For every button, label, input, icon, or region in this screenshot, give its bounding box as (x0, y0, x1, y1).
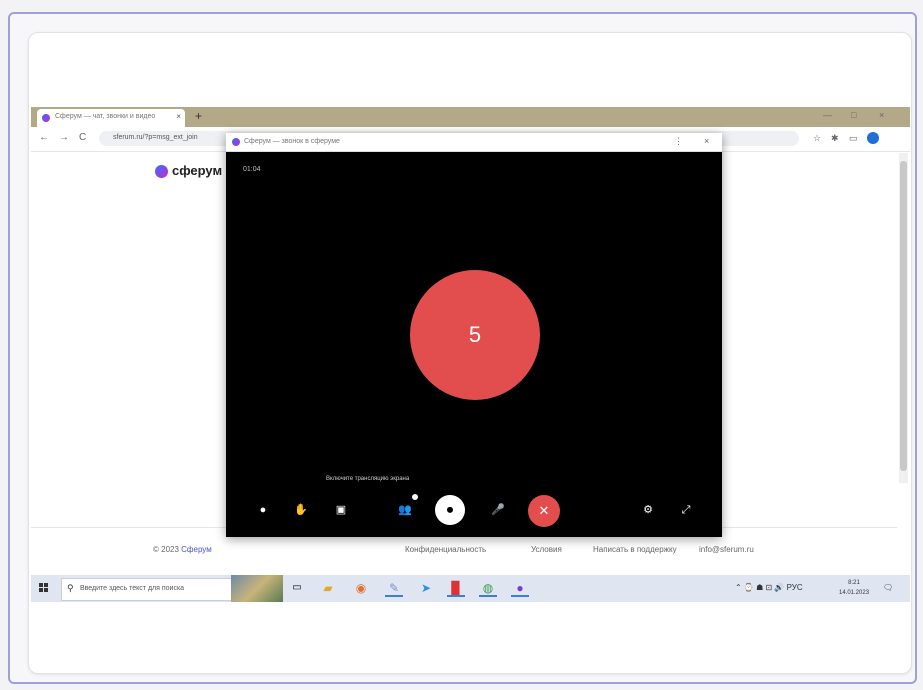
tab-close-icon[interactable]: × (176, 112, 181, 121)
sferum-favicon-icon (42, 114, 50, 122)
participant-avatar[interactable]: 5 (410, 270, 540, 400)
settings-button[interactable]: ⚙ (637, 499, 659, 521)
sferum-favicon-icon (232, 138, 240, 146)
office-app-icon[interactable]: ▉ (447, 579, 465, 597)
search-placeholder: Введите здесь текст для поиска (80, 585, 185, 592)
clock-date: 14.01.2023 (839, 590, 870, 596)
sidepanel-icon[interactable]: ▭ (849, 133, 858, 144)
sferum-app-icon[interactable]: ● (511, 579, 529, 597)
raise-hand-button[interactable]: ✋ (290, 499, 312, 521)
logo-text: сферум (172, 163, 223, 178)
footer-copyright: © 2023 Сферум (153, 545, 212, 554)
footer-link-terms[interactable]: Условия (531, 545, 562, 554)
search-icon: ⚲ (67, 583, 74, 593)
footer-brand-link[interactable]: Сферум (181, 545, 212, 554)
participants-button[interactable]: 👥 (394, 499, 416, 521)
participant-count: 5 (468, 322, 482, 347)
notifications-icon[interactable]: 🗨 (883, 583, 893, 592)
footer-email-link[interactable]: info@sferum.ru (699, 545, 754, 554)
scrollbar-thumb[interactable] (900, 161, 907, 471)
footer-link-privacy[interactable]: Конфиденциальность (405, 545, 486, 554)
popup-close-button[interactable]: × (704, 136, 709, 146)
maximize-button[interactable]: □ (851, 110, 856, 120)
reload-button[interactable]: C (79, 132, 86, 143)
file-explorer-icon[interactable]: ▰ (319, 579, 337, 597)
tab-strip: Сферум — чат, звонки и видео × + — □ × (31, 107, 910, 127)
windows-start-icon[interactable] (39, 583, 49, 593)
page-scrollbar[interactable] (899, 153, 908, 483)
taskbar-clock[interactable]: 8:21 14.01.2023 (839, 578, 869, 598)
address-url: sferum.ru/?p=msg_ext_join (113, 134, 198, 141)
minimize-button[interactable]: — (823, 110, 832, 120)
extensions-icon[interactable]: ✱ (831, 133, 839, 144)
popup-menu-icon[interactable]: ⋮ (674, 136, 683, 147)
screen-share-button[interactable]: ▣ (330, 499, 352, 521)
popup-titlebar: Сферум — звонок в сферуме ⋮ × (226, 133, 722, 152)
star-icon[interactable]: ☆ (813, 133, 821, 144)
chat-button[interactable]: ● (252, 499, 274, 521)
end-call-button[interactable]: ✕ (528, 495, 560, 527)
back-button[interactable]: ← (39, 132, 49, 143)
browser-app-icon[interactable]: ◉ (352, 579, 370, 597)
clock-time: 8:21 (848, 580, 860, 586)
hint-tooltip: Включите трансляцию экрана (326, 476, 410, 482)
tab-title: Сферум — чат, звонки и видео (55, 113, 156, 120)
call-timer: 01:04 (243, 166, 261, 173)
task-view-icon[interactable]: ▭ (288, 579, 306, 597)
microphone-button[interactable]: 🎤 (487, 499, 509, 521)
participants-badge (412, 494, 418, 500)
browser-tab[interactable]: Сферум — чат, звонки и видео × (37, 109, 185, 127)
close-window-button[interactable]: × (879, 110, 884, 120)
new-tab-button[interactable]: + (195, 109, 202, 123)
forward-button[interactable]: → (59, 132, 69, 143)
fullscreen-button[interactable]: ⤢ (675, 499, 697, 521)
popup-title: Сферум — звонок в сферуме (244, 138, 340, 145)
sferum-logo-icon (155, 165, 168, 178)
chrome-app-icon[interactable]: ◍ (479, 579, 497, 597)
camera-toggle-button[interactable]: ⏺ (435, 495, 465, 525)
windows-taskbar: ⚲ Введите здесь текст для поиска ▭ ▰ ◉ ✎… (31, 575, 910, 602)
call-popup-window: Сферум — звонок в сферуме ⋮ × 01:04 5 Вк… (226, 133, 722, 537)
telegram-app-icon[interactable]: ➤ (417, 579, 435, 597)
search-highlight-image (231, 575, 283, 602)
footer-link-support[interactable]: Написать в поддержку (593, 545, 677, 554)
footer-copy-text: © 2023 (153, 545, 182, 554)
system-tray[interactable]: ⌃ ⌚ ☗ ⊡ 🔊 РУС (735, 583, 803, 592)
paint-app-icon[interactable]: ✎ (385, 579, 403, 597)
profile-avatar[interactable] (867, 132, 879, 144)
